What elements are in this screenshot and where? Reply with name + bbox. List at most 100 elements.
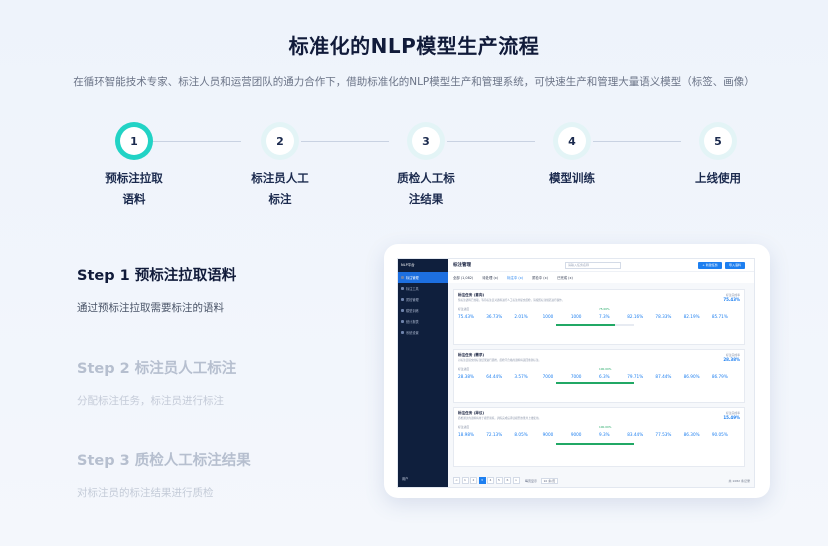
task-stat: 3.57% [514, 374, 542, 379]
task-progress-fill [556, 324, 615, 326]
app-sidebar-item[interactable]: 系统设置 [398, 327, 448, 338]
task-stat-value: 64.44% [486, 373, 503, 379]
task-progress-fill [556, 382, 634, 384]
task-stat: 83.44% [627, 432, 655, 437]
task-progress-bar [556, 443, 634, 445]
app-user[interactable]: 用户 [402, 476, 408, 481]
app-logo: NLP平台 [401, 263, 415, 267]
task-stat-value: 8.05% [514, 431, 528, 437]
app-sidebar-item[interactable]: 标注管理 [398, 272, 448, 283]
pagination: < 1 2 3 4 5 6 > 每页显示 10 条/页 [453, 477, 559, 484]
task-stat: 78.33% [655, 314, 683, 319]
import-button[interactable]: 导入语料 [725, 262, 745, 269]
app-sidebar-item-label: 模型训练 [406, 309, 419, 313]
step-2-description[interactable]: Step 2 标注员人工标注 分配标注任务，标注员进行标注 [77, 357, 367, 408]
app-main: 标注管理 请输入任务名称 + 新建任务 导入语料 全部 (1,082) 待处理 … [448, 259, 754, 487]
task-stat-value: 9.3% [599, 431, 610, 437]
pager-next[interactable]: > [512, 477, 520, 484]
new-task-button[interactable]: + 新建任务 [698, 262, 722, 269]
task-description: 对标注员提交的标注结果进行质检，质检不合格的语料将退回重新标注。 [458, 359, 541, 362]
app-screenshot-card: NLP平台 标注管理 标注工具 质检管理 模型训练 统计报表 系统设置 用户 标… [384, 244, 770, 498]
app-preview: NLP平台 标注管理 标注工具 质检管理 模型训练 统计报表 系统设置 用户 标… [397, 258, 755, 488]
task-stat: 75.43% [458, 314, 486, 319]
app-sidebar-item[interactable]: 统计报表 [398, 316, 448, 327]
task-stat-value: 72.13% [486, 431, 503, 437]
pager-page[interactable]: 1 [461, 477, 469, 484]
step-2[interactable]: 2 标注员人工 标注 [230, 122, 330, 210]
pager-page-active[interactable]: 3 [478, 477, 486, 484]
task-stats: 28.38% 64.44% 3.57% 7000 7000 6.3% 79.71… [458, 374, 740, 379]
app-sidebar-item[interactable]: 模型训练 [398, 305, 448, 316]
pager-size-select[interactable]: 10 条/页 [540, 477, 559, 484]
task-stat: 28.38% [458, 374, 486, 379]
step-1-description[interactable]: Step 1 预标注拉取语料 通过预标注拉取需要标注的语料 [77, 264, 367, 315]
pager-page[interactable]: 5 [495, 477, 503, 484]
step-1[interactable]: 1 预标注拉取 语料 [84, 122, 184, 210]
task-stat: 82.16% [627, 314, 655, 319]
step-2-number: 2 [266, 127, 294, 155]
task-stat: 9000 [571, 432, 599, 437]
step-3-label: 质检人工标 注结果 [376, 168, 476, 210]
step-3[interactable]: 3 质检人工标 注结果 [376, 122, 476, 210]
app-tab[interactable]: 标注中 (x) [507, 275, 523, 280]
menu-icon [401, 309, 404, 312]
task-stat: 82.19% [684, 314, 712, 319]
task-description: 质检通过的语料将用于模型训练，训练完成后评估模型效果并上线使用。 [458, 417, 541, 420]
app-sidebar-item[interactable]: 质检管理 [398, 294, 448, 305]
task-stats: 75.43% 36.73% 2.01% 1000 1000 7.3% 82.16… [458, 314, 740, 319]
app-sidebar-item-label: 质检管理 [406, 298, 419, 302]
task-stat-value: 28.38% [458, 373, 474, 379]
step-2-label-line2: 标注 [268, 192, 292, 206]
step-3-description-text: 对标注员的标注结果进行质检 [77, 487, 214, 499]
step-1-label-line1: 预标注拉取 [105, 171, 163, 185]
task-stat: 7.3% [599, 314, 627, 319]
task-progress-row: 标注进度 100.00% [458, 367, 740, 371]
task-stat: 86.90% [684, 374, 712, 379]
app-search-input[interactable]: 请输入任务名称 [565, 262, 621, 269]
pager-page[interactable]: 2 [470, 477, 477, 484]
task-card[interactable]: 标注任务 (需求) 对标注员提交的标注结果进行质检，质检不合格的语料将退回重新标… [453, 349, 745, 403]
task-stat-value: 78.33% [655, 313, 672, 319]
app-sidebar-item[interactable]: 标注工具 [398, 283, 448, 294]
task-stat-value: 3.57% [514, 373, 528, 379]
task-card[interactable]: 标注任务 (意向) 预标注语料已拉取，等待标注员对语料进行人工标注并提交质检，请… [453, 289, 745, 345]
task-stat-value: 82.19% [683, 313, 700, 319]
app-tab[interactable]: 质检中 (x) [532, 275, 548, 280]
task-stat-value: 6.3% [599, 373, 610, 379]
task-stat-value: 9000 [570, 431, 582, 437]
app-tab[interactable]: 已完成 (x) [557, 275, 573, 280]
task-stat: 64.44% [486, 374, 514, 379]
task-stat: 18.98% [458, 432, 486, 437]
app-tab[interactable]: 全部 (1,082) [453, 275, 473, 280]
task-stat: 9.3% [599, 432, 627, 437]
task-title: 标注任务 (需求) [458, 353, 485, 357]
step-4[interactable]: 4 模型训练 [522, 122, 622, 189]
step-4-label: 模型训练 [522, 168, 622, 189]
task-card[interactable]: 标注任务 (异议) 质检通过的语料将用于模型训练，训练完成后评估模型效果并上线使… [453, 407, 745, 467]
step-3-description[interactable]: Step 3 质检人工标注结果 对标注员的标注结果进行质检 [77, 449, 367, 500]
task-stat-value: 79.71% [627, 373, 644, 379]
task-stat-value: 86.90% [683, 373, 700, 379]
task-stat: 90.05% [712, 432, 740, 437]
task-stat: 85.71% [712, 314, 740, 319]
task-stat: 8.05% [514, 432, 542, 437]
menu-icon [401, 320, 404, 323]
task-stat-value: 7000 [570, 373, 582, 379]
step-2-description-title: Step 2 标注员人工标注 [77, 361, 237, 377]
task-stat: 9000 [543, 432, 571, 437]
task-progress-value: 100.00% [599, 366, 612, 371]
app-tab[interactable]: 待处理 (x) [482, 275, 498, 280]
pager-page[interactable]: 4 [487, 477, 494, 484]
step-4-label-line1: 模型训练 [549, 171, 595, 185]
app-sidebar-item-label: 标注工具 [406, 287, 419, 291]
pager-prev[interactable]: < [453, 477, 460, 484]
task-stats: 18.98% 72.13% 8.05% 9000 9000 9.3% 83.44… [458, 432, 740, 437]
task-title: 标注任务 (异议) [458, 411, 485, 415]
task-stat-value: 18.98% [458, 431, 474, 437]
step-5[interactable]: 5 上线使用 [668, 122, 768, 189]
app-tabs: 全部 (1,082) 待处理 (x) 标注中 (x) 质检中 (x) 已完成 (… [448, 272, 754, 283]
pager-page[interactable]: 6 [504, 477, 511, 484]
pager-size-label: 每页显示 [525, 478, 538, 483]
step-1-number: 1 [120, 127, 148, 155]
menu-icon [401, 287, 404, 290]
